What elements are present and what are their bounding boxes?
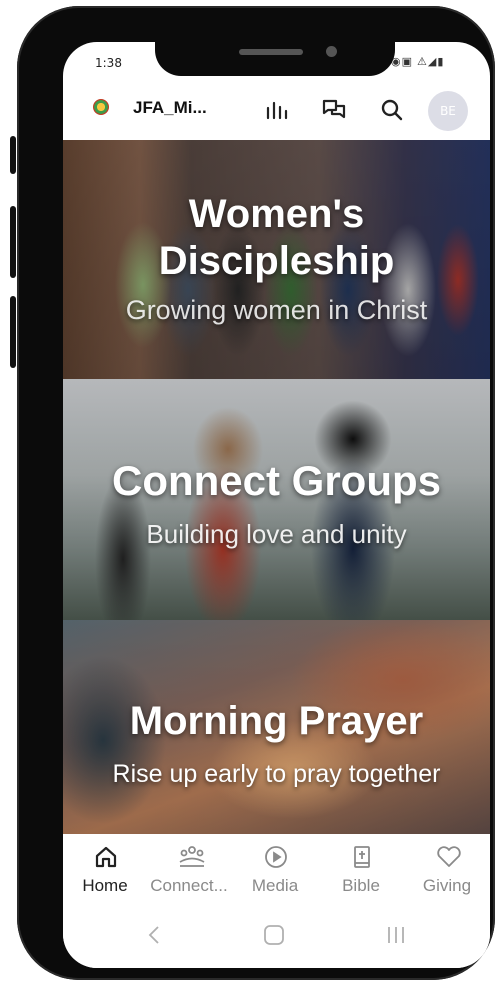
nav-label: Connect...	[150, 876, 228, 895]
nav-giving[interactable]: Giving	[407, 834, 487, 906]
recents-icon[interactable]	[385, 924, 407, 952]
nav-media[interactable]: Media	[235, 834, 315, 906]
nav-label: Media	[251, 876, 299, 895]
card-subtitle: Building love and unity	[146, 519, 407, 549]
card-title: Morning Prayer	[129, 699, 424, 743]
home-icon	[95, 846, 117, 868]
app-header: JFA_Mi... BE	[63, 86, 490, 142]
status-time: 1:38	[95, 56, 122, 70]
app-title: JFA_Mi...	[133, 98, 207, 117]
nav-label: Giving	[422, 876, 472, 895]
nav-home[interactable]: Home	[65, 834, 145, 906]
camera-notch	[155, 28, 395, 76]
card-title-line1: Women's	[188, 192, 365, 236]
phone-frame: 1:38 ◉▣ ⚠◢▮ JFA_Mi... BE Women's Discipl…	[10, 6, 495, 980]
side-button	[10, 136, 16, 174]
bible-icon	[354, 846, 370, 868]
nav-label: Bible	[342, 876, 380, 895]
speaker-grill	[239, 49, 303, 55]
bottom-nav: Home Connect... Media Bible Giving	[63, 834, 490, 906]
back-icon[interactable]	[147, 924, 161, 952]
home-button-icon[interactable]	[263, 924, 285, 952]
app-logo-icon	[93, 99, 109, 115]
avatar[interactable]: BE	[428, 91, 468, 131]
card-title-line2: Discipleship	[158, 239, 395, 283]
card-subtitle: Rise up early to pray together	[112, 760, 441, 788]
front-camera	[326, 46, 337, 57]
play-circle-icon	[265, 846, 287, 868]
card-morning-prayer[interactable]: Morning Prayer Rise up early to pray tog…	[63, 620, 490, 834]
card-subtitle: Growing women in Christ	[125, 295, 428, 325]
nav-label: Home	[82, 876, 128, 895]
status-icons: ◉▣ ⚠◢▮	[391, 56, 445, 68]
heart-icon	[437, 846, 461, 867]
people-icon	[179, 846, 205, 867]
volume-down-button	[10, 296, 16, 368]
volume-up-button	[10, 206, 16, 278]
card-connect-groups[interactable]: Connect Groups Building love and unity	[63, 379, 490, 620]
audio-bars-icon[interactable]	[264, 96, 292, 124]
card-title: Connect Groups	[111, 457, 441, 504]
chat-icon[interactable]	[320, 96, 348, 124]
search-icon[interactable]	[378, 96, 406, 124]
system-nav-bar	[63, 906, 490, 968]
nav-bible[interactable]: Bible	[321, 834, 401, 906]
nav-connect[interactable]: Connect...	[149, 834, 229, 906]
screen: 1:38 ◉▣ ⚠◢▮ JFA_Mi... BE Women's Discipl…	[63, 42, 490, 968]
card-womens-discipleship[interactable]: Women's Discipleship Growing women in Ch…	[63, 140, 490, 379]
